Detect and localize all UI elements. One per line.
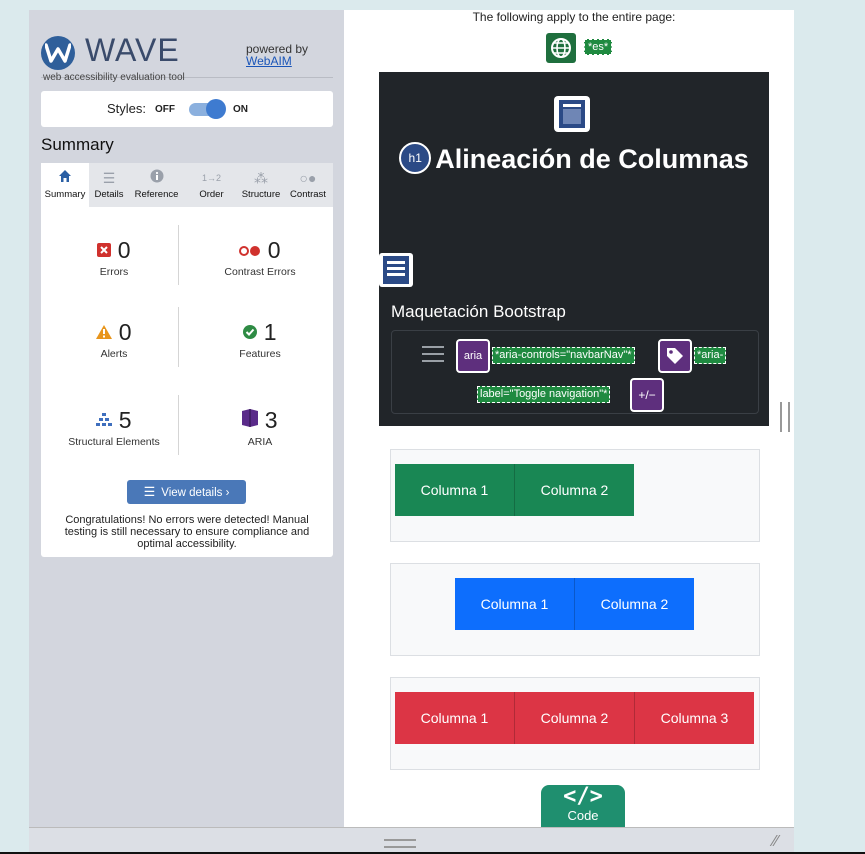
aria-controls-tag: *aria-controls="navbarNav"*	[492, 347, 635, 364]
error-icon	[97, 243, 112, 257]
column-cell: Columna 1	[455, 578, 575, 630]
drag-grip-icon[interactable]	[384, 839, 416, 848]
hamburger-icon	[422, 346, 444, 362]
aria-count: 3	[264, 407, 278, 433]
stat-contrast-errors[interactable]: 0 Contrast Errors	[187, 237, 333, 278]
nav-document-icon[interactable]	[379, 253, 413, 287]
wave-logo-icon	[41, 36, 75, 70]
contrast-icon: ○●	[299, 170, 317, 186]
tab-details[interactable]: ☰ Details	[89, 163, 129, 207]
panel-tabs: Summary ☰ Details Reference 1→2 Order ⁂ …	[41, 163, 333, 207]
contrast-errors-label: Contrast Errors	[224, 266, 296, 278]
powered-by: powered by WebAIM	[246, 43, 308, 67]
column-cell: Columna 2	[515, 692, 635, 744]
stat-structural[interactable]: 5 Structural Elements	[41, 407, 187, 448]
aria-label-tag-part2: label="Toggle navigation"*	[477, 386, 611, 403]
aria-label-tag-part1: *aria-	[694, 347, 727, 364]
column-cell: Columna 3	[635, 692, 754, 744]
row-red: Columna 1 Columna 2 Columna 3	[390, 677, 760, 770]
page-navbar: Maquetación Bootstrap aria *aria-control…	[379, 245, 769, 426]
aria-icon	[242, 409, 259, 427]
errors-count: 0	[117, 237, 131, 263]
page-note: The following apply to the entire page:	[472, 10, 676, 24]
structural-count: 5	[118, 407, 132, 433]
expand-icon[interactable]: +/−	[630, 378, 664, 412]
globe-icon[interactable]	[546, 33, 576, 63]
navbar-brand[interactable]: Maquetación Bootstrap	[391, 302, 566, 322]
column-cell: Columna 1	[395, 464, 515, 516]
h1-icon[interactable]: h1	[399, 141, 432, 174]
tab-label: Reference	[134, 189, 179, 200]
order-icon: 1→2	[201, 173, 221, 183]
features-label: Features	[239, 348, 281, 360]
home-icon	[41, 169, 89, 189]
features-count: 1	[263, 319, 277, 345]
stat-errors[interactable]: 0 Errors	[41, 237, 187, 278]
styles-off-label: OFF	[155, 104, 175, 115]
list-icon: ☰	[143, 484, 156, 499]
tab-summary[interactable]: Summary	[41, 163, 89, 207]
alerts-label: Alerts	[100, 348, 128, 360]
page-heading: h1 Alineación de Columnas	[379, 138, 769, 181]
wave-sidebar: WAVE web accessibility evaluation tool p…	[29, 10, 344, 827]
tab-contrast[interactable]: ○● Contrast	[283, 163, 333, 207]
contrast-error-icon	[239, 246, 261, 256]
styles-toggle-box: Styles: OFF ON	[41, 91, 333, 127]
column-cell: Columna 2	[575, 578, 694, 630]
tab-order[interactable]: 1→2 Order	[184, 163, 239, 207]
tab-label: Order	[199, 189, 224, 200]
document-icon[interactable]	[554, 96, 590, 132]
stat-alerts[interactable]: 0 Alerts	[41, 319, 187, 360]
language-tag: *es*	[584, 39, 613, 55]
code-label: Code	[567, 808, 599, 823]
page-heading-text: Alineación de Columnas	[435, 144, 749, 174]
browser-window: WAVE web accessibility evaluation tool p…	[29, 10, 794, 827]
summary-panel: 0 Errors 0 Contrast Errors 0 Alerts 1 Fe…	[41, 207, 333, 557]
feature-icon	[243, 325, 258, 339]
view-details-label: View details ›	[161, 487, 230, 499]
info-icon	[129, 169, 184, 189]
aria-icon[interactable]: aria	[456, 339, 490, 373]
tab-reference[interactable]: Reference	[129, 163, 184, 207]
code-brackets: </>	[563, 784, 603, 809]
alerts-count: 0	[118, 319, 132, 345]
stat-aria[interactable]: 3 ARIA	[187, 407, 333, 448]
tab-label: Contrast	[290, 189, 326, 200]
alert-icon	[96, 325, 113, 339]
navbar-toggler[interactable]: aria *aria-controls="navbarNav"* *aria- …	[391, 330, 759, 414]
row-blue: Columna 1 Columna 2	[390, 563, 760, 656]
structure-icon	[96, 413, 113, 426]
stat-features[interactable]: 1 Features	[187, 319, 333, 360]
wave-header: WAVE web accessibility evaluation tool p…	[41, 22, 333, 83]
column-cell: Columna 2	[515, 464, 634, 516]
column-cell: Columna 1	[395, 692, 515, 744]
row-green: Columna 1 Columna 2	[390, 449, 760, 542]
wave-tagline: web accessibility evaluation tool	[43, 72, 185, 83]
webaim-link[interactable]: WebAIM	[246, 54, 292, 68]
list-icon: ☰	[102, 170, 116, 186]
styles-on-label: ON	[233, 104, 248, 115]
aria-label: ARIA	[247, 436, 273, 448]
congrats-message: Congratulations! No errors were detected…	[64, 514, 310, 550]
tab-label: Details	[94, 189, 124, 200]
wave-logo-text: WAVE	[85, 32, 180, 68]
tag-icon[interactable]	[658, 339, 692, 373]
styles-toggle-knob[interactable]	[206, 99, 226, 119]
code-icon[interactable]: </> Code	[541, 785, 625, 827]
structure-icon: ⁂	[254, 170, 268, 186]
page-hero: h1 Alineación de Columnas	[379, 72, 769, 246]
panel-resize-handle[interactable]	[780, 402, 790, 432]
structural-label: Structural Elements	[68, 436, 160, 448]
view-details-button[interactable]: ☰ View details ›	[127, 480, 246, 504]
styles-label: Styles:	[107, 101, 147, 116]
errors-label: Errors	[99, 266, 129, 278]
tab-label: Summary	[44, 189, 86, 200]
tab-label: Structure	[241, 189, 281, 200]
tab-structure[interactable]: ⁂ Structure	[239, 163, 283, 207]
contrast-errors-count: 0	[267, 237, 281, 263]
bottom-bar: ⁄⁄	[29, 827, 794, 854]
summary-heading: Summary	[41, 135, 114, 154]
page-preview: The following apply to the entire page: …	[344, 10, 794, 827]
resize-corner-icon[interactable]: ⁄⁄	[773, 833, 778, 851]
